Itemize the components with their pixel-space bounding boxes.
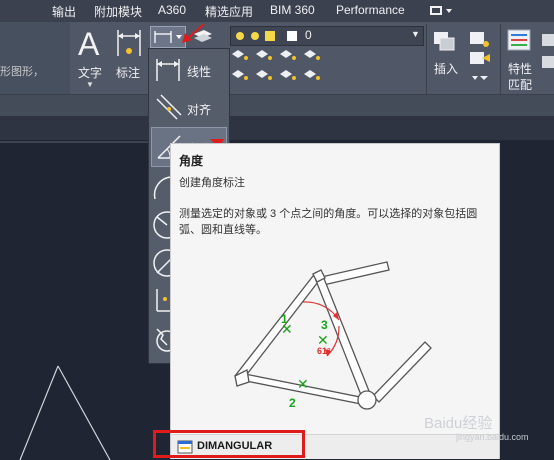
insert-button-label: 插入: [434, 62, 459, 76]
chevron-down-icon: ▼: [411, 29, 420, 39]
dimension-icon: [117, 30, 141, 56]
angle-value: 61°: [317, 346, 331, 356]
text-button-label: 文字: [78, 66, 103, 80]
tooltip-title: 角度: [179, 154, 204, 168]
linear-dimension-icon: [156, 59, 180, 81]
properties-extra-icons[interactable]: [540, 30, 554, 90]
dropdown-item-label: 线性: [187, 65, 212, 79]
tab-bim360[interactable]: BIM 360: [270, 3, 315, 17]
layer-state-icons: [236, 31, 297, 41]
match-properties-button[interactable]: 特性 匹配: [504, 26, 538, 92]
tooltip-description: 测量选定的对象或 3 个点之间的角度。可以选择的对象包括圆弧、圆和直线等。: [179, 208, 478, 236]
tab-performance[interactable]: Performance: [336, 3, 405, 17]
match-properties-icon: [507, 29, 531, 51]
canvas-geometry: [0, 141, 170, 460]
panel-title-bar: [0, 94, 554, 116]
workspace-menu-button[interactable]: [426, 4, 456, 18]
ribbon-tab-bar: 输出 附加模块 A360 精选应用 BIM 360 Performance: [0, 0, 554, 23]
tab-featured-apps[interactable]: 精选应用: [205, 3, 253, 20]
dimension-button[interactable]: 标注: [112, 26, 146, 90]
block-tool-icons[interactable]: [466, 28, 496, 90]
dimension-button-label: 标注: [116, 66, 141, 80]
layer-name: 0: [305, 28, 312, 42]
insert-button[interactable]: 插入: [430, 28, 464, 78]
dropdown-item-label: 对齐: [187, 103, 212, 117]
clipped-label: 形图形，: [0, 66, 44, 78]
watermark-url: jingyan.baidu.com: [456, 432, 529, 442]
insert-block-icon: [434, 32, 455, 51]
window-icon: [430, 6, 452, 15]
bicycle-frame-diagram: [234, 261, 432, 410]
tab-output[interactable]: 输出: [52, 3, 76, 20]
watermark: Baidu经验: [424, 415, 493, 432]
dropdown-item-aligned[interactable]: 对齐: [151, 89, 225, 127]
layer-stack-icon[interactable]: [192, 28, 214, 46]
tooltip-subtitle: 创建角度标注: [179, 177, 245, 189]
match-button-label: 特性: [508, 62, 533, 76]
point-marker-1: ✕: [281, 321, 293, 337]
dropdown-item-linear[interactable]: 线性: [151, 51, 225, 89]
chevron-down-icon: ▼: [86, 80, 94, 89]
text-a-icon: A: [78, 26, 100, 62]
command-highlight-box: [153, 430, 305, 458]
aligned-dimension-icon: [156, 94, 182, 120]
tab-addins[interactable]: 附加模块: [94, 3, 142, 20]
point-label-2: 2: [289, 396, 296, 410]
tab-a360[interactable]: A360: [158, 3, 186, 17]
layer-tool-icons[interactable]: [228, 46, 338, 88]
point-marker-2: ✕: [297, 376, 309, 392]
match-button-label-2: 匹配: [508, 78, 533, 92]
layer-dropdown[interactable]: 0 ▼: [230, 26, 424, 46]
point-label-3: 3: [321, 318, 328, 332]
text-button[interactable]: A 文字 ▼: [74, 26, 108, 90]
